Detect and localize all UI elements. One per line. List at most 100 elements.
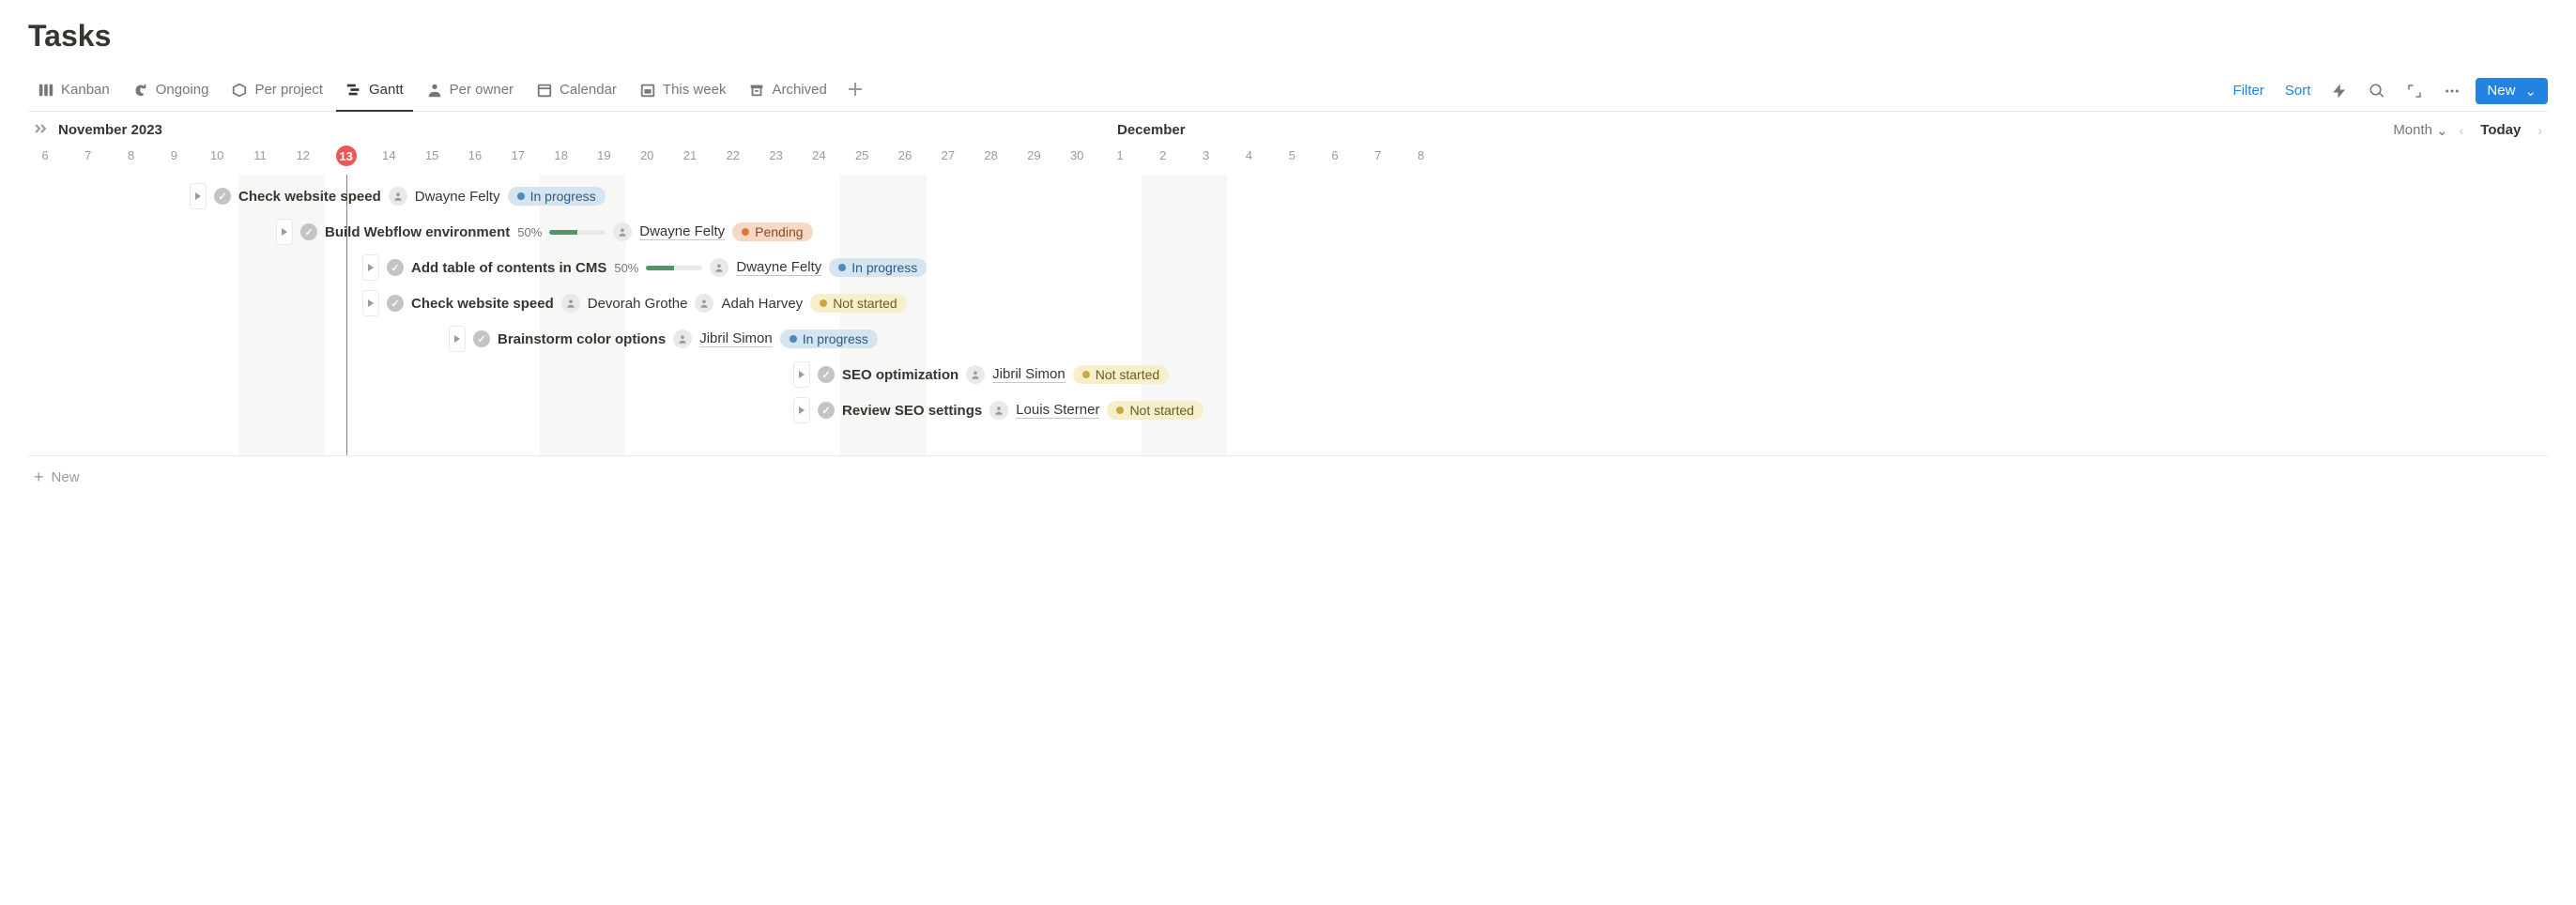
expand-icon[interactable] [2400,79,2429,103]
task-row[interactable]: Add table of contents in CMS 50% Dwayne Fe… [362,253,927,282]
prev-button[interactable]: ‹ [2454,121,2470,140]
tab-label: This week [663,82,727,98]
task-title: SEO optimization [842,367,958,383]
status-badge: In progress [508,187,606,206]
date-tick: 15 [425,148,438,162]
task-check-icon[interactable] [387,259,404,276]
new-task-button[interactable]: + New [34,468,80,485]
task-row[interactable]: Build Webflow environment50%Dwayne Felty… [276,218,813,246]
assignee-name[interactable]: Dwayne Felty [736,259,821,276]
task-row[interactable]: Check website speedDevorah GrotheAdah Ha… [362,289,907,317]
task-check-icon[interactable] [818,402,835,419]
page-title: Tasks [28,19,2548,54]
new-button[interactable]: New ⌄ [2476,78,2548,104]
sort-button[interactable]: Sort [2279,79,2317,102]
tab-gantt[interactable]: Gantt [336,70,413,112]
tab-ongoing[interactable]: Ongoing [123,70,219,112]
date-tick: 23 [769,148,782,162]
person-icon [426,82,443,99]
avatar [561,294,580,313]
week-icon [639,82,656,99]
triangle-icon [368,264,374,271]
more-icon[interactable] [2438,79,2466,103]
date-tick: 17 [512,148,525,162]
today-button[interactable]: Today [2475,120,2526,140]
task-check-icon[interactable] [300,223,317,240]
tab-label: Archived [772,82,826,98]
date-tick: 16 [468,148,482,162]
add-view-button[interactable] [840,78,870,103]
triangle-icon [799,371,805,378]
date-tick: 9 [171,148,177,162]
task-row[interactable]: Brainstorm color optionsJibril SimonIn p… [449,325,878,353]
date-tick: 13 [336,146,357,166]
task-row[interactable]: Check website speedDwayne FeltyIn progre… [190,182,606,210]
date-tick: 3 [1203,148,1209,162]
task-expand-toggle[interactable] [793,397,810,423]
date-tick: 29 [1027,148,1040,162]
task-expand-toggle[interactable] [190,183,207,209]
date-tick: 8 [128,148,134,162]
date-tick: 4 [1246,148,1252,162]
task-progress-pct: 50% [517,225,542,239]
next-button[interactable]: › [2532,121,2548,140]
plus-icon: + [34,468,44,485]
assignee-name[interactable]: Jibril Simon [992,366,1066,383]
tab-calendar[interactable]: Calendar [527,70,626,112]
avatar [966,365,985,384]
assignee-name[interactable]: Jibril Simon [699,330,773,347]
date-tick: 14 [382,148,395,162]
task-check-icon[interactable] [473,330,490,347]
date-tick: 19 [597,148,610,162]
triangle-icon [195,192,201,200]
secondary-month-label: December [1117,122,1186,138]
assignee-name[interactable]: Dwayne Felty [415,189,500,205]
scale-selector[interactable]: Month ⌄ [2393,122,2447,139]
tab-per-project[interactable]: Per project [222,70,332,112]
task-expand-toggle[interactable] [276,219,293,245]
date-tick: 18 [554,148,567,162]
triangle-icon [282,228,287,236]
tab-kanban[interactable]: Kanban [28,70,119,112]
board-icon [38,82,54,99]
task-row[interactable]: SEO optimizationJibril SimonNot started [793,360,1169,389]
date-tick: 1 [1116,148,1123,162]
new-task-label: New [52,469,80,485]
status-badge: Pending [732,222,812,241]
task-check-icon[interactable] [818,366,835,383]
assignee-name[interactable]: Devorah Grothe [588,296,688,312]
search-icon[interactable] [2363,79,2391,103]
date-tick: 20 [640,148,653,162]
tab-label: Gantt [369,82,404,98]
filter-button[interactable]: Filter [2228,79,2270,102]
avatar [695,294,713,313]
task-check-icon[interactable] [214,188,231,205]
date-tick: 6 [41,148,48,162]
tab-this-week[interactable]: This week [630,70,736,112]
avatar [710,258,728,277]
task-row[interactable]: Review SEO settingsLouis SternerNot star… [793,396,1204,424]
date-tick: 30 [1070,148,1083,162]
status-badge: In progress [829,258,927,277]
tab-label: Ongoing [156,82,209,98]
bolt-icon[interactable] [2325,79,2354,103]
task-expand-toggle[interactable] [793,361,810,388]
tab-archived[interactable]: Archived [739,70,836,112]
task-expand-toggle[interactable] [449,326,466,352]
task-progress-bar [646,266,702,270]
assignee-name[interactable]: Adah Harvey [721,296,803,312]
task-title: Add table of contents in CMS [411,260,606,276]
tab-label: Per owner [450,82,514,98]
task-expand-toggle[interactable] [362,290,379,316]
assignee-name[interactable]: Dwayne Felty [639,223,725,240]
tab-per-owner[interactable]: Per owner [417,70,523,112]
task-progress-pct: 50% [614,261,638,275]
new-button-label: New [2487,83,2515,99]
task-check-icon[interactable] [387,295,404,312]
date-tick: 2 [1159,148,1166,162]
avatar [613,222,632,241]
triangle-icon [454,335,460,343]
assignee-name[interactable]: Louis Sterner [1016,402,1099,419]
task-expand-toggle[interactable] [362,254,379,281]
expand-sidebar-icon[interactable] [28,119,54,141]
